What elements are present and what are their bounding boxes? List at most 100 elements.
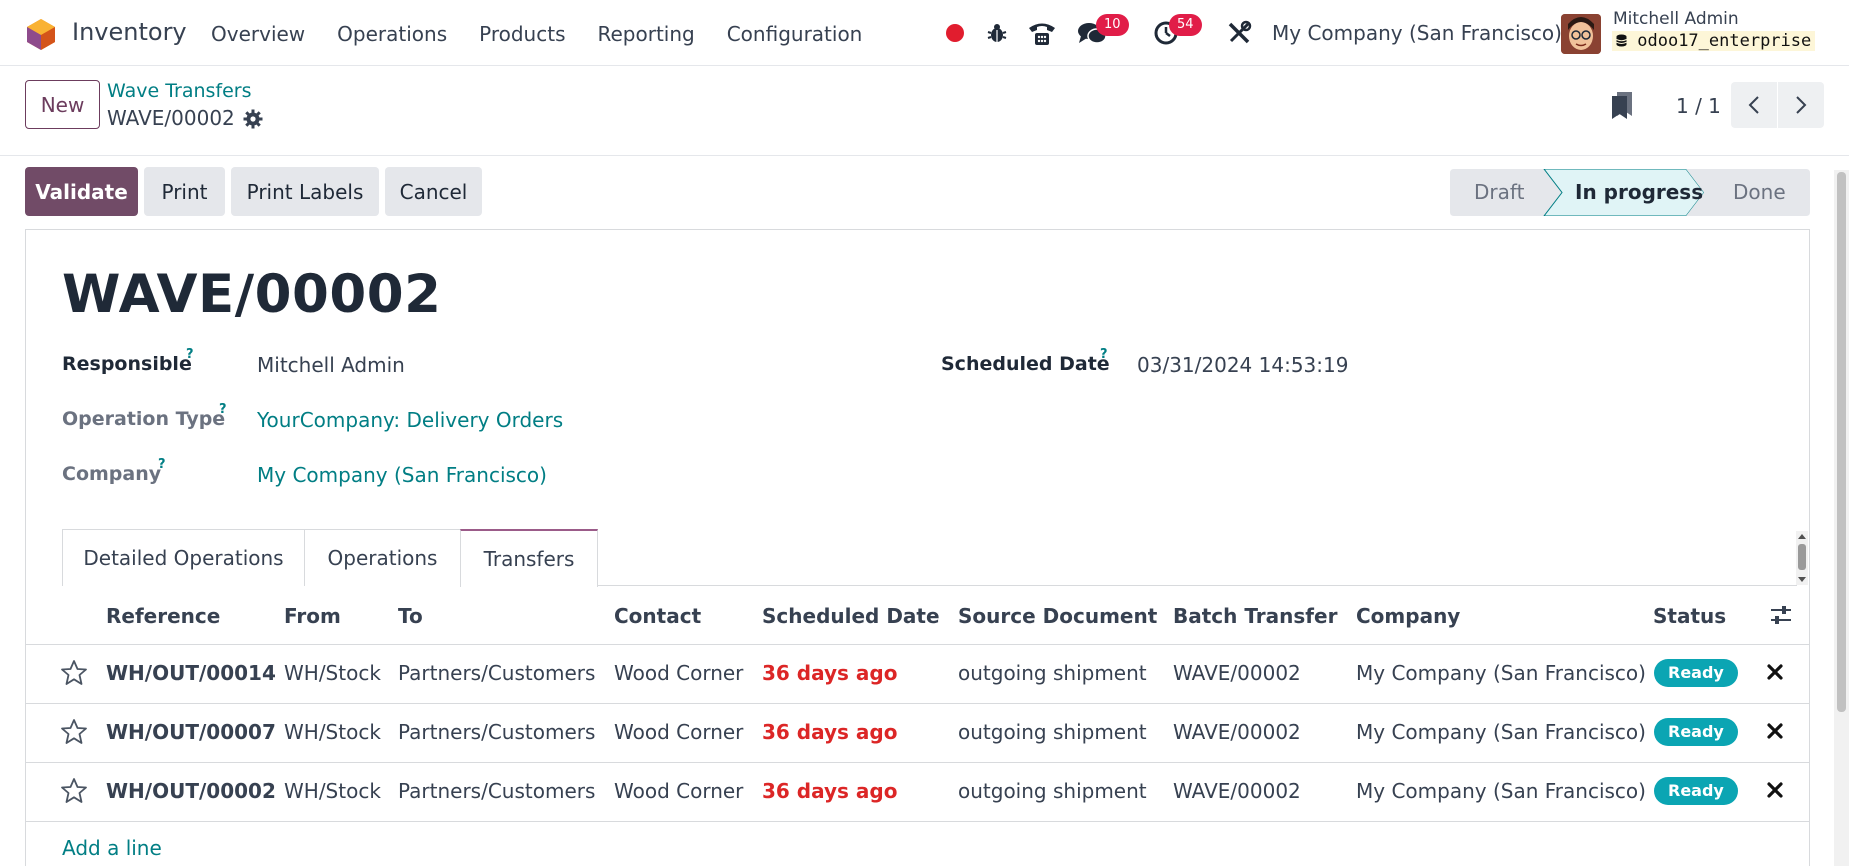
table-row[interactable]: WH/OUT/00002 WH/Stock Partners/Customers…: [26, 763, 1809, 822]
transfers-table-header: Reference From To Contact Scheduled Date…: [26, 586, 1809, 645]
row-company: My Company (San Francisco): [1356, 661, 1646, 685]
inventory-app-icon[interactable]: [26, 18, 56, 51]
recording-icon[interactable]: [946, 24, 964, 42]
scrollbar-arrows-icon: [1798, 534, 1806, 582]
col-company[interactable]: Company: [1356, 604, 1460, 628]
gear-icon[interactable]: [243, 109, 263, 129]
database-name: odoo17_enterprise: [1612, 31, 1816, 51]
responsible-label: Responsible: [62, 353, 192, 375]
phone-icon[interactable]: [1027, 19, 1057, 47]
user-avatar[interactable]: [1561, 14, 1601, 54]
pager-next-button[interactable]: [1778, 82, 1824, 128]
print-button[interactable]: Print: [144, 167, 225, 216]
row-company: My Company (San Francisco): [1356, 720, 1646, 744]
company-switcher[interactable]: My Company (San Francisco): [1272, 21, 1562, 45]
col-batch-transfer[interactable]: Batch Transfer: [1173, 604, 1337, 628]
operation-type-help[interactable]: ?: [219, 402, 227, 417]
record-title: WAVE/00002: [62, 264, 442, 325]
page-scrollbar-thumb[interactable]: [1837, 172, 1846, 712]
company-label: Company: [62, 463, 162, 485]
control-panel: New Wave Transfers WAVE/00002 1 / 1: [0, 66, 1849, 156]
row-scheduled-date: 36 days ago: [762, 779, 898, 803]
row-contact: Wood Corner: [614, 720, 744, 744]
top-navbar: Inventory Overview Operations Products R…: [0, 0, 1849, 66]
col-contact[interactable]: Contact: [614, 604, 701, 628]
chevron-left-icon: [1748, 96, 1759, 114]
table-row[interactable]: WH/OUT/00007 WH/Stock Partners/Customers…: [26, 704, 1809, 763]
menu-configuration[interactable]: Configuration: [727, 22, 863, 46]
breadcrumb-current: WAVE/00002: [107, 106, 235, 130]
chevron-right-icon: [1796, 96, 1807, 114]
remove-row-icon[interactable]: [1766, 663, 1784, 681]
scheduled-date-label: Scheduled Date: [941, 353, 1110, 375]
validate-button[interactable]: Validate: [25, 167, 138, 216]
row-to: Partners/Customers: [398, 661, 596, 685]
print-labels-button[interactable]: Print Labels: [231, 167, 379, 216]
status-done[interactable]: Done: [1733, 180, 1786, 204]
row-batch-transfer: WAVE/00002: [1173, 779, 1301, 803]
company-help[interactable]: ?: [158, 457, 166, 472]
cancel-button[interactable]: Cancel: [385, 167, 482, 216]
bookmarks-icon[interactable]: [1610, 90, 1634, 120]
tabs-scrollbar[interactable]: [1796, 531, 1808, 585]
menu-overview[interactable]: Overview: [211, 22, 305, 46]
row-to: Partners/Customers: [398, 720, 596, 744]
status-draft[interactable]: Draft: [1474, 180, 1524, 204]
user-name[interactable]: Mitchell Admin: [1613, 9, 1739, 29]
pager-value[interactable]: 1 / 1: [1676, 94, 1721, 118]
star-icon[interactable]: [60, 777, 88, 805]
row-scheduled-date: 36 days ago: [762, 720, 898, 744]
row-source-document: outgoing shipment: [958, 779, 1147, 803]
tab-operations[interactable]: Operations: [304, 529, 461, 586]
responsible-help[interactable]: ?: [186, 347, 194, 362]
pager-previous-button[interactable]: [1731, 82, 1777, 128]
row-contact: Wood Corner: [614, 779, 744, 803]
col-source-document[interactable]: Source Document: [958, 604, 1157, 628]
col-reference[interactable]: Reference: [106, 604, 220, 628]
messages-badge: 10: [1096, 14, 1129, 36]
scheduled-date-help[interactable]: ?: [1100, 347, 1108, 362]
company-field[interactable]: My Company (San Francisco): [257, 463, 547, 487]
star-icon[interactable]: [60, 718, 88, 746]
bug-icon[interactable]: [986, 22, 1008, 44]
row-reference: WH/OUT/00002: [106, 779, 276, 803]
avatar-image: [1561, 14, 1601, 54]
row-batch-transfer: WAVE/00002: [1173, 661, 1301, 685]
database-label: odoo17_enterprise: [1637, 31, 1812, 51]
row-batch-transfer: WAVE/00002: [1173, 720, 1301, 744]
tools-icon[interactable]: [1226, 20, 1252, 46]
responsible-field[interactable]: Mitchell Admin: [257, 353, 405, 377]
add-line-link[interactable]: Add a line: [62, 836, 162, 860]
menu-operations[interactable]: Operations: [337, 22, 447, 46]
scheduled-date-field[interactable]: 03/31/2024 14:53:19: [1137, 353, 1348, 377]
table-row[interactable]: WH/OUT/00014 WH/Stock Partners/Customers…: [26, 645, 1809, 704]
remove-row-icon[interactable]: [1766, 722, 1784, 740]
menu-products[interactable]: Products: [479, 22, 565, 46]
operation-type-label: Operation Type: [62, 408, 226, 430]
menu-reporting[interactable]: Reporting: [597, 22, 694, 46]
tab-detailed-operations[interactable]: Detailed Operations: [62, 529, 305, 586]
row-from: WH/Stock: [284, 779, 381, 803]
operation-type-field[interactable]: YourCompany: Delivery Orders: [257, 408, 563, 432]
status-bar: Draft In progress Done: [1450, 169, 1810, 216]
tab-transfers[interactable]: Transfers: [460, 529, 598, 587]
new-button[interactable]: New: [25, 80, 100, 129]
col-from[interactable]: From: [284, 604, 341, 628]
main-menu: Overview Operations Products Reporting C…: [211, 22, 894, 46]
breadcrumb-wave-transfers[interactable]: Wave Transfers: [107, 80, 252, 102]
row-from: WH/Stock: [284, 661, 381, 685]
status-in-progress[interactable]: In progress: [1575, 180, 1703, 204]
remove-row-icon[interactable]: [1766, 781, 1784, 799]
col-scheduled-date[interactable]: Scheduled Date: [762, 604, 940, 628]
star-icon[interactable]: [60, 659, 88, 687]
row-source-document: outgoing shipment: [958, 661, 1147, 685]
status-badge: Ready: [1654, 777, 1738, 805]
row-scheduled-date: 36 days ago: [762, 661, 898, 685]
app-name[interactable]: Inventory: [72, 18, 187, 46]
status-badge: Ready: [1654, 718, 1738, 746]
row-reference: WH/OUT/00007: [106, 720, 276, 744]
col-to[interactable]: To: [398, 604, 423, 628]
col-status[interactable]: Status: [1653, 604, 1726, 628]
optional-columns-icon[interactable]: [1770, 604, 1792, 626]
row-from: WH/Stock: [284, 720, 381, 744]
